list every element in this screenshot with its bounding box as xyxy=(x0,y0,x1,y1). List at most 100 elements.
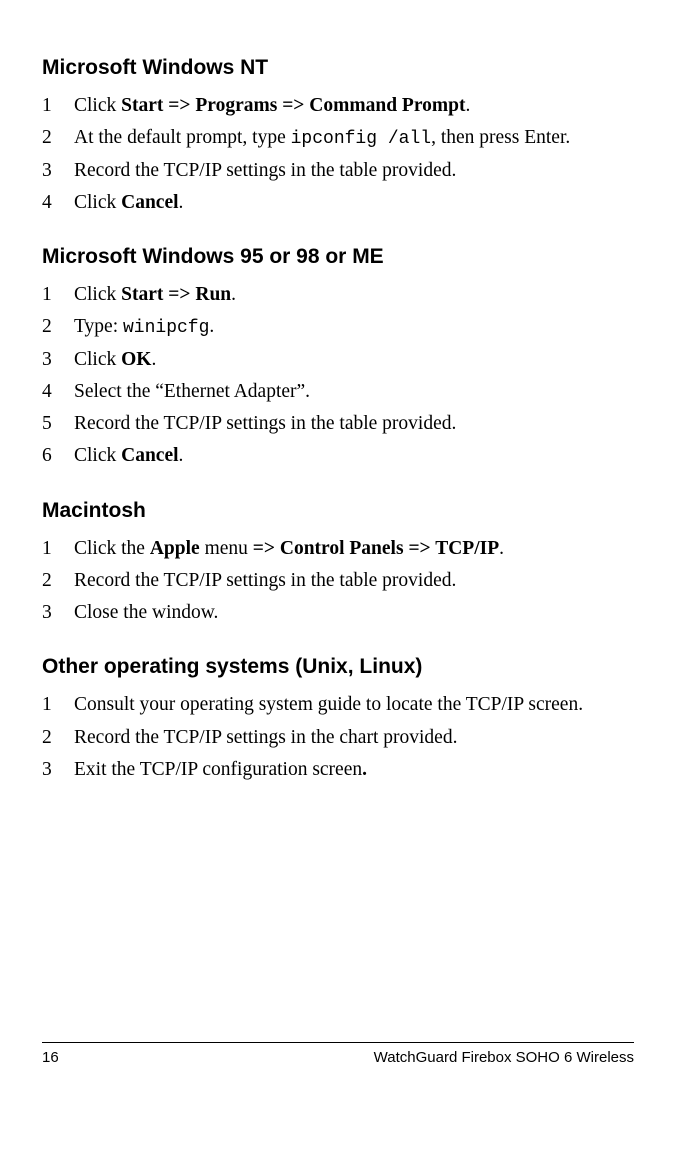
list-item: 1Click the Apple menu => Control Panels … xyxy=(42,535,634,563)
list-item: 3Record the TCP/IP settings in the table… xyxy=(42,157,634,185)
text-run: Click the xyxy=(74,538,150,559)
step-body: Record the TCP/IP settings in the table … xyxy=(74,157,634,185)
list-item: 4Click Cancel. xyxy=(42,189,634,217)
step-body: Click Cancel. xyxy=(74,189,634,217)
step-body: At the default prompt, type ipconfig /al… xyxy=(74,124,634,152)
text-run: Select the “Ethernet Adapter”. xyxy=(74,381,310,402)
list-item: 1Click Start => Programs => Command Prom… xyxy=(42,92,634,120)
text-run: Start xyxy=(121,284,168,305)
text-run: Click xyxy=(74,95,121,116)
text-run: Cancel xyxy=(121,192,178,213)
text-run: Apple xyxy=(150,538,200,559)
step-body: Click the Apple menu => Control Panels =… xyxy=(74,535,634,563)
text-run: . xyxy=(231,284,236,305)
step-body: Close the window. xyxy=(74,599,634,627)
list-item: 2Type: winipcfg. xyxy=(42,313,634,341)
text-run: Record the TCP/IP settings in the table … xyxy=(74,570,456,591)
text-run: TCP/IP xyxy=(431,538,499,559)
step-body: Record the TCP/IP settings in the table … xyxy=(74,567,634,595)
text-run: . xyxy=(465,95,470,116)
text-run: . xyxy=(179,192,184,213)
list-item: 3Close the window. xyxy=(42,599,634,627)
list-item: 2Record the TCP/IP settings in the table… xyxy=(42,567,634,595)
step-number: 1 xyxy=(42,535,74,563)
section-heading: Macintosh xyxy=(42,499,634,523)
text-run: OK xyxy=(121,349,151,370)
list-item: 2At the default prompt, type ipconfig /a… xyxy=(42,124,634,152)
step-number: 4 xyxy=(42,378,74,406)
section-heading: Microsoft Windows 95 or 98 or ME xyxy=(42,245,634,269)
text-run: , then press Enter. xyxy=(431,127,570,148)
text-run: . xyxy=(179,445,184,466)
footer-title: WatchGuard Firebox SOHO 6 Wireless xyxy=(374,1049,634,1066)
page-number: 16 xyxy=(42,1049,59,1066)
list-item: 1Consult your operating system guide to … xyxy=(42,691,634,719)
text-run: => xyxy=(408,538,430,559)
text-run: => xyxy=(282,95,304,116)
text-run: Click xyxy=(74,192,121,213)
text-run: . xyxy=(362,759,367,780)
steps-list: 1Click Start => Programs => Command Prom… xyxy=(42,92,634,217)
text-run: . xyxy=(499,538,504,559)
step-number: 2 xyxy=(42,567,74,595)
step-number: 2 xyxy=(42,124,74,152)
step-body: Type: winipcfg. xyxy=(74,313,634,341)
steps-list: 1Click the Apple menu => Control Panels … xyxy=(42,535,634,628)
list-item: 5Record the TCP/IP settings in the table… xyxy=(42,410,634,438)
step-number: 1 xyxy=(42,281,74,309)
text-run: Close the window. xyxy=(74,602,218,623)
text-run: => xyxy=(168,95,190,116)
text-run: Click xyxy=(74,284,121,305)
page-content: Microsoft Windows NT1Click Start => Prog… xyxy=(42,56,634,784)
text-run: => xyxy=(168,284,190,305)
text-run: menu xyxy=(200,538,253,559)
document-page: Microsoft Windows NT1Click Start => Prog… xyxy=(0,0,676,1164)
step-body: Record the TCP/IP settings in the chart … xyxy=(74,724,634,752)
text-run: Type: xyxy=(74,316,123,337)
text-run: At the default prompt, type xyxy=(74,127,291,148)
text-run: winipcfg xyxy=(123,318,209,338)
text-run: Click xyxy=(74,445,121,466)
text-run: . xyxy=(151,349,156,370)
text-run: ipconfig /all xyxy=(291,129,431,149)
step-number: 3 xyxy=(42,599,74,627)
steps-list: 1Click Start => Run.2Type: winipcfg.3Cli… xyxy=(42,281,634,471)
step-body: Select the “Ethernet Adapter”. xyxy=(74,378,634,406)
text-run: Record the TCP/IP settings in the table … xyxy=(74,413,456,434)
text-run: Run xyxy=(190,284,231,305)
text-run: . xyxy=(209,316,214,337)
step-number: 3 xyxy=(42,756,74,784)
list-item: 3Click OK. xyxy=(42,346,634,374)
text-run: Record the TCP/IP settings in the table … xyxy=(74,160,456,181)
text-run: Control Panels xyxy=(275,538,408,559)
step-body: Exit the TCP/IP configuration screen. xyxy=(74,756,634,784)
text-run: Record the TCP/IP settings in the chart … xyxy=(74,727,457,748)
step-body: Click Start => Programs => Command Promp… xyxy=(74,92,634,120)
step-number: 3 xyxy=(42,157,74,185)
section-heading: Other operating systems (Unix, Linux) xyxy=(42,655,634,679)
list-item: 6Click Cancel. xyxy=(42,442,634,470)
step-number: 1 xyxy=(42,92,74,120)
text-run: Click xyxy=(74,349,121,370)
step-number: 6 xyxy=(42,442,74,470)
text-run: => xyxy=(253,538,275,559)
text-run: Exit the TCP/IP configuration screen xyxy=(74,759,362,780)
list-item: 3Exit the TCP/IP configuration screen. xyxy=(42,756,634,784)
step-number: 3 xyxy=(42,346,74,374)
text-run: Programs xyxy=(190,95,282,116)
step-body: Record the TCP/IP settings in the table … xyxy=(74,410,634,438)
text-run: Consult your operating system guide to l… xyxy=(74,694,583,715)
step-body: Click OK. xyxy=(74,346,634,374)
text-run: Command Prompt xyxy=(304,95,465,116)
step-number: 4 xyxy=(42,189,74,217)
step-body: Click Cancel. xyxy=(74,442,634,470)
step-number: 2 xyxy=(42,313,74,341)
section-heading: Microsoft Windows NT xyxy=(42,56,634,80)
list-item: 4Select the “Ethernet Adapter”. xyxy=(42,378,634,406)
step-number: 2 xyxy=(42,724,74,752)
step-body: Click Start => Run. xyxy=(74,281,634,309)
steps-list: 1Consult your operating system guide to … xyxy=(42,691,634,784)
text-run: Cancel xyxy=(121,445,178,466)
list-item: 2Record the TCP/IP settings in the chart… xyxy=(42,724,634,752)
step-number: 1 xyxy=(42,691,74,719)
